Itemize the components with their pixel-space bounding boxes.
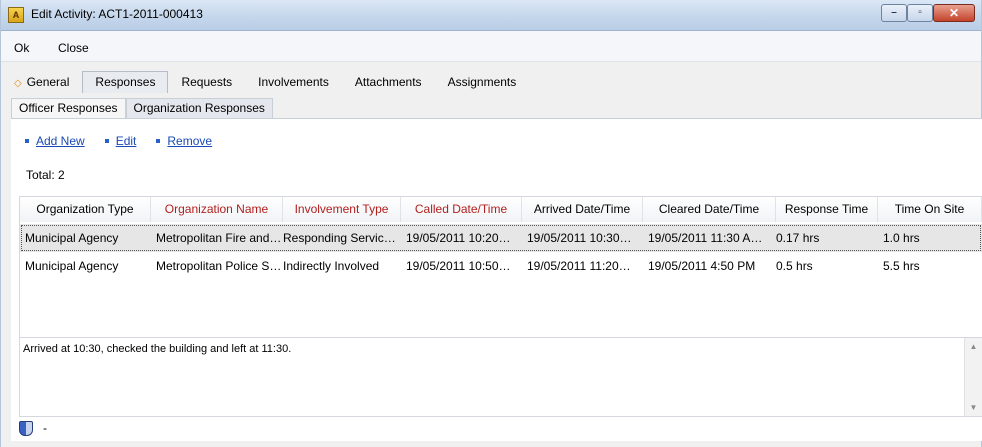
- table-cell: 0.17 hrs: [776, 231, 820, 245]
- window-controls: – ▫ ✕: [881, 4, 975, 24]
- tab-involvements[interactable]: Involvements: [245, 71, 342, 93]
- table-cell: 19/05/2011 4:50 PM: [648, 259, 756, 273]
- add-new-label: Add New: [36, 134, 85, 148]
- table-cell: Responding Servic…: [283, 231, 396, 245]
- column-header[interactable]: Arrived Date/Time: [522, 197, 643, 222]
- title-bar[interactable]: A Edit Activity: ACT1-2011-000413 – ▫ ✕: [1, 0, 981, 31]
- bullet-icon: [25, 138, 29, 143]
- column-header[interactable]: Organization Type: [20, 197, 151, 222]
- tab-label: Requests: [181, 75, 233, 89]
- app-icon: A: [8, 7, 24, 23]
- table-cell: Metropolitan Police S…: [156, 259, 282, 273]
- table-cell: 19/05/2011 11:20…: [527, 259, 631, 273]
- tab-requests[interactable]: Requests: [168, 71, 245, 93]
- column-header[interactable]: Involvement Type: [283, 197, 401, 222]
- close-button[interactable]: Close: [58, 41, 89, 55]
- tab-label: Responses: [95, 75, 156, 89]
- tab-label: Attachments: [354, 75, 422, 89]
- main-tabs: ◇ General Responses Requests Involvements…: [11, 71, 529, 94]
- table-cell: Municipal Agency: [25, 231, 119, 245]
- subtab-organization-responses[interactable]: Organization Responses: [125, 98, 273, 118]
- tab-label: Involvements: [258, 75, 329, 89]
- tab-assignments[interactable]: Assignments: [435, 71, 530, 93]
- maximize-icon: ▫: [918, 7, 922, 18]
- subtab-officer-responses[interactable]: Officer Responses: [11, 98, 126, 118]
- table-cell: Indirectly Involved: [283, 259, 380, 273]
- column-header[interactable]: Time On Site: [878, 197, 982, 222]
- edit-link[interactable]: Edit: [104, 134, 137, 148]
- table-cell: 19/05/2011 10:20…: [406, 231, 511, 245]
- status-bar: -: [19, 417, 47, 439]
- table-cell: 5.5 hrs: [883, 259, 920, 273]
- shield-icon: [19, 420, 33, 436]
- column-header[interactable]: Response Time: [776, 197, 878, 222]
- tab-label: General: [26, 75, 70, 89]
- column-header[interactable]: Organization Name: [151, 197, 283, 222]
- close-window-button[interactable]: ✕: [933, 4, 975, 22]
- table-cell: 19/05/2011 10:30…: [527, 231, 632, 245]
- remove-link[interactable]: Remove: [156, 134, 212, 148]
- notes-text: Arrived at 10:30, checked the building a…: [23, 343, 292, 355]
- table-cell: 19/05/2011 11:30 A…: [648, 231, 763, 245]
- remove-label: Remove: [167, 134, 213, 148]
- bullet-icon: [104, 138, 109, 143]
- diamond-icon: ◇: [14, 78, 22, 89]
- table-cell: Metropolitan Fire and…: [156, 231, 282, 245]
- action-links: Add New Edit Remove: [25, 134, 232, 148]
- maximize-button[interactable]: ▫: [907, 4, 933, 22]
- table-cell: 19/05/2011 10:50…: [406, 259, 511, 273]
- tab-label: Assignments: [447, 75, 517, 89]
- table-row[interactable]: Municipal Agency Metropolitan Police S… …: [20, 252, 982, 280]
- scroll-up-icon[interactable]: ▲: [965, 338, 982, 355]
- column-header[interactable]: Cleared Date/Time: [643, 197, 776, 222]
- tab-general[interactable]: ◇ General: [11, 71, 82, 93]
- ok-button[interactable]: Ok: [14, 41, 29, 55]
- window-title: Edit Activity: ACT1-2011-000413: [31, 7, 203, 21]
- responses-grid: Organization Type Organization Name Invo…: [19, 196, 982, 338]
- edit-activity-window: A Edit Activity: ACT1-2011-000413 – ▫ ✕ …: [0, 0, 982, 447]
- tab-responses[interactable]: Responses: [82, 71, 169, 93]
- minimize-button[interactable]: –: [881, 4, 907, 22]
- organization-responses-panel: Add New Edit Remove Total: 2 Organizatio…: [11, 118, 982, 441]
- close-icon: ✕: [948, 6, 960, 20]
- scroll-down-icon[interactable]: ▼: [965, 399, 982, 416]
- bullet-icon: [156, 138, 161, 143]
- minimize-icon: –: [891, 7, 897, 18]
- column-header[interactable]: Called Date/Time: [401, 197, 522, 222]
- response-subtabs: Officer Responses Organization Responses: [11, 98, 273, 118]
- table-cell: 1.0 hrs: [883, 231, 920, 245]
- tab-attachments[interactable]: Attachments: [342, 71, 435, 93]
- menu-bar: Ok Close: [1, 31, 981, 62]
- table-row[interactable]: Municipal Agency Metropolitan Fire and… …: [20, 224, 982, 252]
- status-text: -: [43, 421, 47, 435]
- table-cell: Municipal Agency: [25, 259, 119, 273]
- edit-label: Edit: [115, 134, 137, 148]
- notes-textarea[interactable]: Arrived at 10:30, checked the building a…: [19, 337, 982, 417]
- total-count: Total: 2: [26, 168, 65, 182]
- notes-scrollbar[interactable]: ▲ ▼: [964, 338, 982, 416]
- add-new-link[interactable]: Add New: [25, 134, 85, 148]
- table-cell: 0.5 hrs: [776, 259, 813, 273]
